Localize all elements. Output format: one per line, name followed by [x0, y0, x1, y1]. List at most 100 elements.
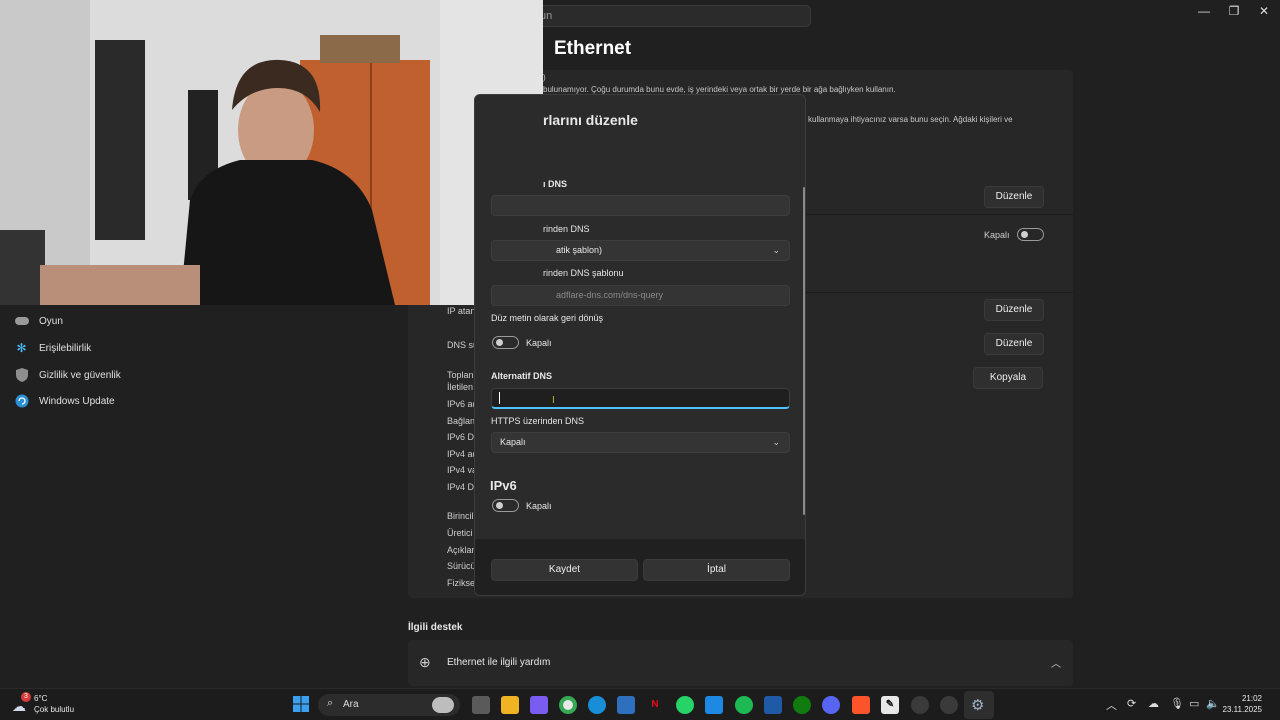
volume-icon[interactable]: 🔈	[1206, 697, 1220, 710]
task-view-icon[interactable]	[472, 696, 490, 714]
notepad-icon[interactable]: ✎	[881, 696, 899, 714]
ipv6-toggle-label: Kapalı	[526, 501, 552, 511]
close-button[interactable]: ✕	[1254, 4, 1274, 18]
gamepad-icon	[14, 314, 29, 329]
onedrive-icon[interactable]: ☁	[1148, 697, 1159, 710]
bg-label: IPv6 ad	[447, 399, 478, 409]
alternate-doh-select[interactable]: Kapalı ⌄	[491, 432, 790, 453]
weather-desc: Çok bulutlu	[34, 705, 75, 714]
edit-button[interactable]: Düzenle	[984, 299, 1044, 321]
webcam-video-frame	[0, 0, 543, 305]
sidebar-item-privacy[interactable]: Gizlilik ve güvenlik	[14, 365, 121, 385]
calendar-app-icon[interactable]	[705, 696, 723, 714]
search-highlight-icon	[432, 697, 454, 713]
ipv6-heading: IPv6	[490, 478, 517, 493]
gear-icon: ⚙	[971, 697, 985, 714]
brave-icon[interactable]	[852, 696, 870, 714]
bg-label: IPv6 Dl	[447, 432, 477, 442]
weather-badge: 3	[21, 692, 31, 702]
update-icon	[14, 394, 29, 409]
store-icon[interactable]	[617, 696, 635, 714]
sidebar-item-label: Windows Update	[39, 395, 115, 407]
accessibility-icon: ✻	[16, 341, 27, 355]
globe-icon: ⊕	[419, 654, 431, 670]
fallback-label: Düz metin olarak geri dönüş	[491, 313, 604, 323]
network-icon[interactable]: ▭	[1189, 697, 1199, 710]
sidebar-item-windows-update[interactable]: Windows Update	[14, 391, 115, 411]
xbox-icon[interactable]	[793, 696, 811, 714]
fallback-toggle-label: Kapalı	[526, 338, 552, 348]
bg-label: Açıklan	[447, 545, 477, 555]
maximize-button[interactable]: ❐	[1224, 4, 1244, 18]
save-button[interactable]: Kaydet	[491, 559, 638, 581]
taskbar-search[interactable]: ⌕ Ara	[318, 694, 460, 716]
bg-label: Birincil	[447, 511, 474, 521]
bg-label: Sürücü	[447, 561, 476, 571]
copy-button[interactable]: Kopyala	[973, 367, 1043, 389]
visual-studio-icon[interactable]	[764, 696, 782, 714]
doh-template-field[interactable]: adflare-dns.com/dns-query	[491, 285, 790, 306]
weather-widget[interactable]: ☁ 3	[12, 692, 34, 714]
netflix-icon[interactable]: N	[646, 696, 664, 714]
chrome-icon[interactable]	[559, 696, 577, 714]
file-explorer-icon[interactable]	[501, 696, 519, 714]
bg-label: Bağlan	[447, 416, 476, 426]
spotify-icon[interactable]	[735, 696, 753, 714]
bg-text-fragment: bulunamıyor. Çoğu durumda bunu evde, iş …	[543, 85, 896, 94]
minimize-button[interactable]: —	[1194, 4, 1214, 18]
dns-settings-dialog: rlarını düzenle ı DNS rinden DNS atik şa…	[474, 94, 806, 596]
chevron-up-icon[interactable]: ︿	[1106, 697, 1117, 713]
bg-text-fragment: )	[543, 73, 546, 82]
metered-toggle[interactable]	[1017, 228, 1044, 241]
settings-search-input[interactable]: un	[527, 5, 811, 27]
doh-template-value: adflare-dns.com/dns-query	[556, 290, 664, 300]
doh-label: rinden DNS	[543, 224, 590, 234]
page-title: Ethernet	[554, 38, 632, 59]
doh-select[interactable]: atik şablon) ⌄	[491, 240, 790, 261]
cancel-button[interactable]: İptal	[643, 559, 790, 581]
sidebar-item-accessibility[interactable]: ✻ Erişilebilirlik	[14, 338, 91, 358]
preferred-dns-label: ı DNS	[543, 179, 568, 189]
alternate-doh-label: HTTPS üzerinden DNS	[491, 416, 585, 426]
bg-label: IP atan	[447, 306, 476, 316]
settings-taskbar-active[interactable]: ⚙	[964, 691, 994, 719]
dialog-title: rlarını düzenle	[543, 112, 638, 128]
bg-label: Fiziksel	[447, 578, 478, 588]
alternate-dns-label: Alternatif DNS	[491, 371, 553, 381]
bg-label: IPv4 Dl	[447, 482, 477, 492]
discord-icon[interactable]	[822, 696, 840, 714]
sidebar-item-label: Erişilebilirlik	[39, 342, 92, 354]
edge-icon[interactable]	[588, 696, 606, 714]
search-icon: ⌕	[327, 697, 334, 709]
ipv6-toggle[interactable]	[492, 499, 519, 512]
i-beam-cursor-icon: I	[552, 395, 555, 406]
app-icon[interactable]	[940, 696, 958, 714]
clock-time[interactable]: 21:02	[1232, 694, 1262, 703]
toggle-label: Kapalı	[984, 230, 1010, 240]
sidebar-item-label: Gizlilik ve güvenlik	[39, 369, 121, 381]
bg-text-fragment: kullanmaya ihtiyacınız varsa bunu seçin.…	[808, 115, 1013, 124]
steam-icon[interactable]	[911, 696, 929, 714]
doh-template-label: rinden DNS şablonu	[543, 268, 624, 278]
sidebar-item-gaming[interactable]: Oyun	[14, 311, 63, 331]
preferred-dns-field[interactable]	[491, 195, 790, 216]
start-button[interactable]	[292, 696, 310, 714]
edit-button[interactable]: Düzenle	[984, 333, 1044, 355]
doh-select-value: atik şablon)	[556, 245, 603, 255]
chevron-down-icon: ⌄	[772, 245, 780, 255]
dialog-scrollbar[interactable]	[803, 187, 805, 515]
fallback-toggle[interactable]	[492, 336, 519, 349]
chevron-up-icon[interactable]: ︿	[1051, 655, 1061, 670]
webcam-overlay	[0, 0, 543, 305]
copilot-icon[interactable]	[530, 696, 548, 714]
bg-label: İletilen	[447, 382, 474, 392]
help-item[interactable]: ⊕ Ethernet ile ilgili yardım ︿	[408, 640, 1073, 686]
bg-label: Üretici	[447, 528, 473, 538]
microphone-icon[interactable]: 🎙	[1170, 697, 1184, 710]
clock-date[interactable]: 23.11.2025	[1222, 705, 1262, 714]
alternate-dns-field[interactable]	[491, 388, 790, 409]
bg-label: IPv4 va	[447, 465, 478, 475]
sync-icon[interactable]: ⟳	[1127, 697, 1136, 710]
whatsapp-icon[interactable]	[676, 696, 694, 714]
edit-button[interactable]: Düzenle	[984, 186, 1044, 208]
